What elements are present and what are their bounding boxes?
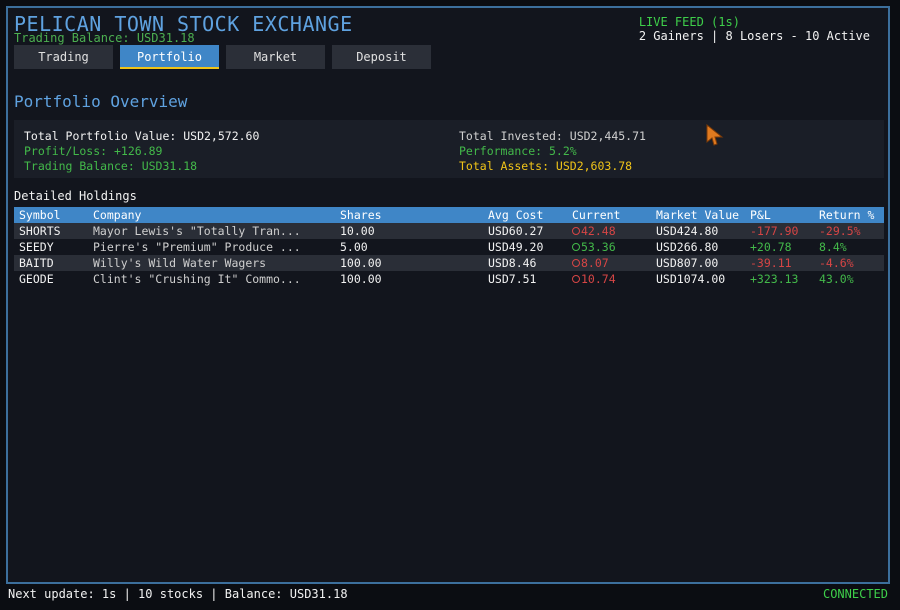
table-header: Symbol Company Shares Avg Cost Current M…	[14, 207, 884, 223]
profit-loss: Profit/Loss: +126.89	[24, 144, 163, 158]
cell-avg-cost: USD8.46	[488, 256, 537, 270]
tab-bar: Trading Portfolio Market Deposit	[14, 45, 431, 69]
header-company[interactable]: Company	[93, 208, 141, 222]
cell-shares: 5.00	[340, 240, 368, 254]
header-trading-balance: Trading Balance: USD31.18	[14, 31, 195, 45]
trend-down-icon	[572, 259, 580, 267]
performance: Performance: 5.2%	[459, 144, 577, 158]
cell-company: Pierre's "Premium" Produce ...	[93, 240, 301, 254]
cell-company: Willy's Wild Water Wagers	[93, 256, 267, 270]
cell-symbol: GEODE	[19, 272, 54, 286]
cell-return: -4.6%	[819, 256, 854, 270]
mouse-cursor-icon	[706, 124, 724, 146]
status-bar-text: Next update: 1s | 10 stocks | Balance: U…	[8, 587, 348, 601]
cell-shares: 100.00	[340, 256, 382, 270]
cell-company: Clint's "Crushing It" Commo...	[93, 272, 301, 286]
tab-market[interactable]: Market	[226, 45, 325, 69]
cell-shares: 100.00	[340, 272, 382, 286]
header-symbol[interactable]: Symbol	[19, 208, 61, 222]
header-return[interactable]: Return %	[819, 208, 874, 222]
header-market-value[interactable]: Market Value	[656, 208, 739, 222]
holdings-table: Symbol Company Shares Avg Cost Current M…	[14, 207, 884, 287]
header-pnl[interactable]: P&L	[750, 208, 771, 222]
total-assets: Total Assets: USD2,603.78	[459, 159, 633, 173]
cell-avg-cost: USD60.27	[488, 224, 544, 238]
cell-current: 8.07	[572, 256, 609, 270]
header-current[interactable]: Current	[572, 208, 620, 222]
cell-pnl: -177.90	[750, 224, 799, 238]
trend-down-icon	[572, 227, 580, 235]
portfolio-summary: Total Portfolio Value: USD2,572.60 Profi…	[14, 120, 884, 178]
cell-current: 53.36	[572, 240, 616, 254]
holdings-title: Detailed Holdings	[14, 189, 137, 203]
cell-current: 42.48	[572, 224, 616, 238]
table-row[interactable]: BAITD Willy's Wild Water Wagers 100.00 U…	[14, 255, 884, 271]
cell-symbol: BAITD	[19, 256, 54, 270]
cell-return: -29.5%	[819, 224, 861, 238]
cell-pnl: +323.13	[750, 272, 799, 286]
table-row[interactable]: SEEDY Pierre's "Premium" Produce ... 5.0…	[14, 239, 884, 255]
live-feed-panel: LIVE FEED (1s) 2 Gainers | 8 Losers - 10…	[639, 15, 870, 43]
cell-symbol: SEEDY	[19, 240, 54, 254]
connection-status: CONNECTED	[822, 587, 888, 601]
cell-return: 43.0%	[819, 272, 854, 286]
cell-company: Mayor Lewis's "Totally Tran...	[93, 224, 301, 238]
table-row[interactable]: GEODE Clint's "Crushing It" Commo... 100…	[14, 271, 884, 287]
header-shares[interactable]: Shares	[340, 208, 382, 222]
market-counts: 2 Gainers | 8 Losers - 10 Active	[638, 29, 870, 43]
trend-up-icon	[572, 243, 580, 251]
header-avg-cost[interactable]: Avg Cost	[488, 208, 543, 222]
total-portfolio-value: Total Portfolio Value: USD2,572.60	[24, 129, 260, 143]
cell-market-value: USD807.00	[656, 256, 719, 270]
page-title: Portfolio Overview	[14, 92, 188, 111]
cell-pnl: -39.11	[750, 256, 792, 270]
cell-market-value: USD424.80	[656, 224, 719, 238]
table-row[interactable]: SHORTS Mayor Lewis's "Totally Tran... 10…	[14, 223, 884, 239]
cell-avg-cost: USD49.20	[488, 240, 544, 254]
cell-pnl: +20.78	[750, 240, 792, 254]
cell-avg-cost: USD7.51	[488, 272, 537, 286]
tab-deposit[interactable]: Deposit	[332, 45, 431, 69]
cell-current: 10.74	[572, 272, 616, 286]
trend-down-icon	[572, 275, 580, 283]
live-feed-label: LIVE FEED (1s)	[638, 15, 740, 29]
trading-balance: Trading Balance: USD31.18	[24, 159, 198, 173]
cell-return: 8.4%	[819, 240, 847, 254]
tab-trading[interactable]: Trading	[14, 45, 113, 69]
cell-market-value: USD1074.00	[656, 272, 726, 286]
total-invested: Total Invested: USD2,445.71	[459, 129, 646, 143]
cell-shares: 10.00	[340, 224, 375, 238]
cell-symbol: SHORTS	[19, 224, 61, 238]
tab-portfolio[interactable]: Portfolio	[120, 45, 219, 69]
cell-market-value: USD266.80	[656, 240, 719, 254]
